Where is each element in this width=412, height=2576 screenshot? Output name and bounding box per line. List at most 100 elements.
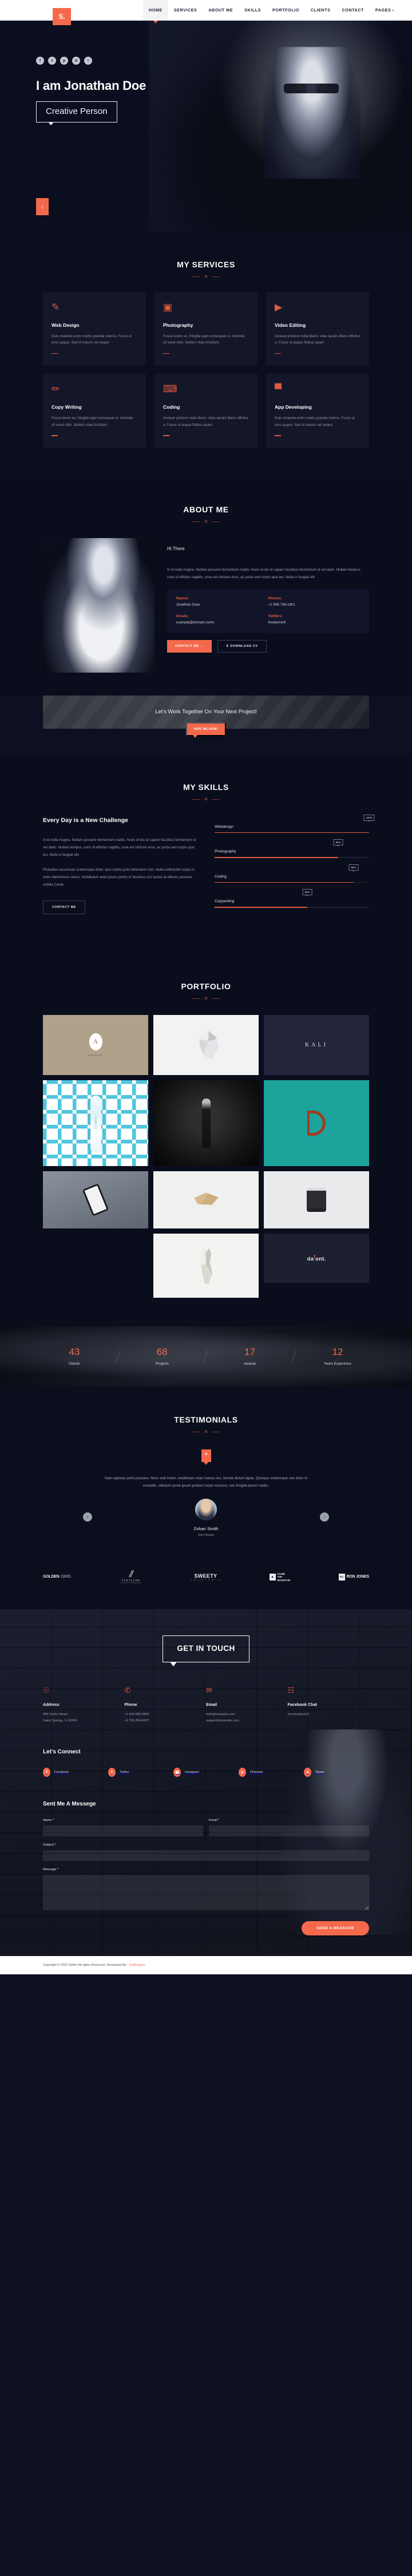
- lets-connect-title: Let's Connect: [43, 1749, 81, 1756]
- twitter-icon[interactable]: t: [48, 57, 56, 65]
- camera-icon: ▣: [163, 302, 173, 313]
- social-label: Twitter: [120, 1771, 129, 1775]
- read-more-dash[interactable]: [163, 435, 169, 436]
- service-card[interactable]: ▣ Photography Fusce lorem ex, fringilla …: [154, 292, 258, 366]
- read-more-dash[interactable]: [52, 353, 58, 354]
- testimonial-next-button[interactable]: ›: [320, 1512, 329, 1522]
- hire-me-button[interactable]: HIRE ME NOW!: [185, 722, 227, 738]
- nav-item-pages[interactable]: PAGES ▾: [370, 0, 400, 21]
- service-text: Aenean pretium nulla libero, vitae iacul…: [275, 334, 360, 345]
- nav-item-portfolio[interactable]: PORTFOLIO: [267, 0, 305, 21]
- client-logo-ron-jones[interactable]: RJ RON JONES: [338, 1573, 369, 1581]
- name-input[interactable]: [43, 1826, 203, 1837]
- scroll-down-button[interactable]: ↓: [36, 198, 49, 215]
- read-more-dash[interactable]: [52, 435, 58, 436]
- contact-info-title: Facebook Chat: [287, 1701, 318, 1707]
- pehaz-monogram: A: [89, 1033, 102, 1050]
- portfolio-item-wooden-stool[interactable]: [153, 1171, 259, 1228]
- message-textarea[interactable]: [43, 1875, 369, 1911]
- portfolio-item-polygon-horse[interactable]: [153, 1014, 259, 1075]
- nav-item-clients[interactable]: CLIENTS: [305, 0, 336, 21]
- mountain-icon: ⛰: [269, 1573, 276, 1581]
- counter-label: Awards: [244, 1361, 256, 1366]
- rj-monogram-icon: RJ: [338, 1573, 345, 1581]
- phone-icon: ✆: [124, 1685, 131, 1694]
- read-more-dash[interactable]: [275, 353, 281, 354]
- skills-paragraph: Phasellus accumsan scelerisque dolor, qu…: [43, 867, 195, 887]
- contact-me-button[interactable]: CONTACT ME →: [167, 639, 212, 653]
- portfolio-item-beer-bottle[interactable]: [153, 1080, 259, 1166]
- social-link-facebook[interactable]: f Facebook: [43, 1768, 108, 1777]
- client-logo-fastlane[interactable]: FASTLANE VINOTHEQUE: [120, 1570, 142, 1584]
- portfolio-item-dafont[interactable]: dafont.: [264, 1233, 369, 1283]
- chevron-down-icon: ▾: [392, 9, 394, 13]
- skills-paragraph: In id nulla magna. Nullam posuere fermen…: [43, 837, 196, 857]
- dribbble-icon[interactable]: d: [72, 57, 80, 65]
- portfolio-item-phone[interactable]: [43, 1171, 148, 1228]
- portfolio-item-kali[interactable]: KALI: [264, 1014, 369, 1075]
- info-item-twitter: Twitters: freelancer9: [268, 614, 360, 625]
- portfolio-section: PORTFOLIO ✕ A PEHAZ PURITY KALI dafont.: [0, 954, 412, 1326]
- developer-link[interactable]: SoftHopper: [129, 1963, 145, 1967]
- portfolio-item-origami-deer[interactable]: [153, 1233, 259, 1298]
- nav-item-services[interactable]: SERVICES: [168, 0, 203, 21]
- contact-info-lines: hello@example.com support@example.com: [206, 1712, 239, 1722]
- portfolio-item-pehaz[interactable]: A PEHAZ: [43, 1014, 148, 1075]
- client-logo-climb-the-mountain[interactable]: ⛰ CLIMB THE MOUNTAIN: [269, 1573, 290, 1582]
- site-logo[interactable]: S.: [53, 8, 71, 25]
- contact-info-email: ✉ Email hello@example.com support@exampl…: [206, 1686, 288, 1724]
- portfolio-item-purity[interactable]: PURITY: [43, 1080, 148, 1166]
- facebook-icon[interactable]: f: [36, 57, 44, 65]
- lets-connect-block: Let's Connect f Facebook t Twitter ▣ Ins…: [43, 1749, 369, 1777]
- contact-info-lines: me.freelancer3: [287, 1712, 309, 1716]
- testimonial-prev-button[interactable]: ‹: [83, 1512, 92, 1522]
- send-message-button[interactable]: SEND A MESSAGE: [302, 1921, 369, 1936]
- about-text: In id nulla magna. Nullam posuere fermen…: [167, 567, 361, 579]
- service-card[interactable]: ⌨ Coding Aenean pretium nulla libero, vi…: [154, 374, 258, 448]
- info-key: Emails:: [176, 614, 189, 618]
- subject-input[interactable]: [43, 1850, 369, 1862]
- client-sub: C A F E T E R I A: [190, 1578, 221, 1581]
- instagram-icon[interactable]: i: [84, 57, 92, 65]
- about-info-box: Names: Jonathan Does Phones: +1 908-736-…: [167, 588, 369, 633]
- social-link-instagram[interactable]: ▣ Instagram: [173, 1768, 239, 1777]
- service-text: Duis molestie enim mattis gravida viverr…: [52, 334, 132, 345]
- nav-item-home[interactable]: HOME: [143, 0, 168, 23]
- nav-item-skills[interactable]: SKILLS: [239, 0, 267, 21]
- social-link-skype[interactable]: s Skype: [304, 1768, 369, 1777]
- service-card[interactable]: ▀ App Developing Duis molestie enim matt…: [266, 374, 369, 448]
- counter-divider: [291, 1350, 296, 1362]
- service-card[interactable]: ✎ Web Design Duis molestie enim mattis g…: [43, 292, 146, 366]
- pinterest-icon: p: [239, 1768, 246, 1777]
- client-logo-sweety[interactable]: SWEETY C A F E T E R I A: [191, 1573, 221, 1581]
- skill-bar-webdesign: Webdesign 100%: [215, 814, 375, 833]
- contact-form: Sent Me A Messege Name * Email * Subject…: [43, 1801, 369, 1936]
- portfolio-item-letter-d[interactable]: [264, 1080, 369, 1166]
- skills-contact-button[interactable]: CONTACT ME: [43, 900, 85, 914]
- read-more-dash[interactable]: [163, 353, 169, 354]
- about-title: ABOUT ME: [183, 504, 229, 514]
- portfolio-item-speaker-can[interactable]: [264, 1171, 369, 1228]
- social-link-pinterest[interactable]: p Pinterest: [239, 1768, 304, 1777]
- info-key: Names:: [176, 596, 189, 600]
- service-card[interactable]: ▶ Video Editing Aenean pretium nulla lib…: [266, 292, 369, 366]
- main-nav: HOME SERVICES ABOUT ME SKILLS PORTFOLIO …: [143, 0, 400, 23]
- copyright-main: Copyright © 2022 Selfer All rights Reser…: [43, 1963, 129, 1967]
- client-logo-goldengrid[interactable]: GOLDEN GRID.: [43, 1575, 72, 1579]
- social-label: Pinterest: [250, 1771, 263, 1775]
- contact-form-title: Sent Me A Messege: [43, 1801, 96, 1808]
- download-cv-button[interactable]: ⬇ DOWNLOAD CV: [217, 639, 267, 653]
- skill-percent: 90%: [348, 864, 359, 872]
- nav-item-contact[interactable]: CONTACT: [336, 0, 369, 21]
- contact-info-title: Email: [206, 1701, 217, 1707]
- read-more-dash[interactable]: [275, 435, 281, 436]
- hero-typed-box: Creative Person: [36, 101, 117, 125]
- nav-item-about-me[interactable]: ABOUT ME: [203, 0, 239, 21]
- counter-label: Clients: [69, 1361, 80, 1366]
- service-card[interactable]: ✏ Copy Writing Fusce lorem ex, fringilla…: [43, 374, 146, 448]
- social-link-twitter[interactable]: t Twitter: [108, 1768, 173, 1777]
- email-input[interactable]: [209, 1826, 369, 1837]
- social-label: Skype: [315, 1771, 324, 1775]
- hero-title: I am Jonathan Doe: [36, 78, 146, 93]
- pinterest-icon[interactable]: p: [60, 57, 68, 65]
